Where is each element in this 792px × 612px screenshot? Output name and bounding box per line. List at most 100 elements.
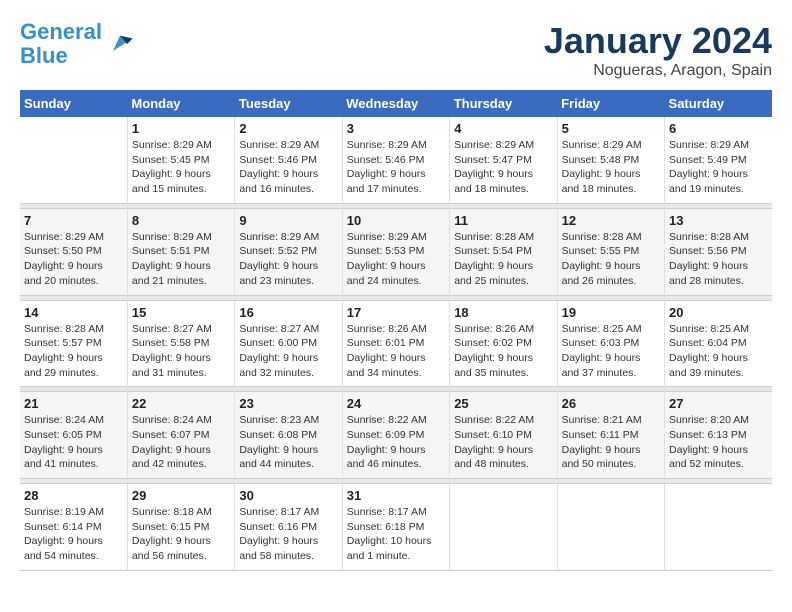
day-number: 8 <box>132 213 230 228</box>
header-saturday: Saturday <box>665 90 772 117</box>
logo-icon <box>106 30 134 58</box>
day-number: 6 <box>669 121 768 136</box>
calendar-cell: 26Sunrise: 8:21 AMSunset: 6:11 PMDayligh… <box>557 392 664 479</box>
calendar-cell: 3 Sunrise: 8:29 AMSunset: 5:46 PMDaylight… <box>342 117 449 203</box>
day-info: Sunrise: 8:28 AMSunset: 5:57 PMDaylight:… <box>24 322 123 381</box>
day-number: 26 <box>562 396 660 411</box>
calendar-week-row: 14 Sunrise: 8:28 AMSunset: 5:57 PMDayligh… <box>20 300 772 387</box>
calendar-week-row: 21 Sunrise: 8:24 AMSunset: 6:05 PMDayligh… <box>20 392 772 479</box>
day-number: 17 <box>347 305 445 320</box>
calendar-cell: 28Sunrise: 8:19 AMSunset: 6:14 PMDayligh… <box>20 484 127 571</box>
day-number: 25 <box>454 396 552 411</box>
calendar-cell: 21 Sunrise: 8:24 AMSunset: 6:05 PMDayligh… <box>20 392 127 479</box>
logo: General Blue <box>20 20 134 68</box>
day-info: Sunrise: 8:29 AMSunset: 5:50 PMDaylight:… <box>24 230 123 289</box>
day-number: 11 <box>454 213 552 228</box>
day-info: Sunrise: 8:27 AMSunset: 5:58 PMDaylight:… <box>132 322 230 381</box>
day-info: Sunrise: 8:27 AMSunset: 6:00 PMDaylight:… <box>239 322 337 381</box>
day-number: 7 <box>24 213 123 228</box>
day-info: Sunrise: 8:29 AMSunset: 5:46 PMDaylight:… <box>347 138 445 197</box>
header-sunday: Sunday <box>20 90 127 117</box>
day-info: Sunrise: 8:29 AMSunset: 5:53 PMDaylight:… <box>347 230 445 289</box>
day-info: Sunrise: 8:29 AMSunset: 5:46 PMDaylight:… <box>239 138 337 197</box>
calendar-cell: 16 Sunrise: 8:27 AMSunset: 6:00 PMDayligh… <box>235 300 342 387</box>
calendar-cell: 23Sunrise: 8:23 AMSunset: 6:08 PMDayligh… <box>235 392 342 479</box>
day-number: 16 <box>239 305 337 320</box>
calendar-cell: 12 Sunrise: 8:28 AMSunset: 5:55 PMDayligh… <box>557 208 664 295</box>
day-number: 14 <box>24 305 123 320</box>
day-info: Sunrise: 8:23 AMSunset: 6:08 PMDaylight:… <box>239 413 337 472</box>
day-number: 10 <box>347 213 445 228</box>
day-info: Sunrise: 8:17 AMSunset: 6:16 PMDaylight:… <box>239 505 337 564</box>
calendar-cell: 20 Sunrise: 8:25 AMSunset: 6:04 PMDayligh… <box>665 300 772 387</box>
day-info: Sunrise: 8:26 AMSunset: 6:02 PMDaylight:… <box>454 322 552 381</box>
header-thursday: Thursday <box>450 90 557 117</box>
calendar-cell: 9Sunrise: 8:29 AMSunset: 5:52 PMDaylight… <box>235 208 342 295</box>
title-block: January 2024 Nogueras, Aragon, Spain <box>544 20 772 80</box>
calendar-cell: 11 Sunrise: 8:28 AMSunset: 5:54 PMDayligh… <box>450 208 557 295</box>
day-info: Sunrise: 8:29 AMSunset: 5:47 PMDaylight:… <box>454 138 552 197</box>
page-header: General Blue January 2024 Nogueras, Arag… <box>20 20 772 80</box>
day-number: 22 <box>132 396 230 411</box>
header-tuesday: Tuesday <box>235 90 342 117</box>
day-number: 1 <box>132 121 230 136</box>
day-number: 19 <box>562 305 660 320</box>
day-info: Sunrise: 8:29 AMSunset: 5:48 PMDaylight:… <box>562 138 660 197</box>
logo-text: General Blue <box>20 20 102 68</box>
calendar-cell: 6 Sunrise: 8:29 AMSunset: 5:49 PMDaylight… <box>665 117 772 203</box>
day-info: Sunrise: 8:28 AMSunset: 5:54 PMDaylight:… <box>454 230 552 289</box>
day-number: 18 <box>454 305 552 320</box>
calendar-cell: 5 Sunrise: 8:29 AMSunset: 5:48 PMDaylight… <box>557 117 664 203</box>
day-number: 2 <box>239 121 337 136</box>
day-info: Sunrise: 8:24 AMSunset: 6:05 PMDaylight:… <box>24 413 123 472</box>
calendar-cell: 14 Sunrise: 8:28 AMSunset: 5:57 PMDayligh… <box>20 300 127 387</box>
calendar-cell <box>450 484 557 571</box>
day-info: Sunrise: 8:22 AMSunset: 6:10 PMDaylight:… <box>454 413 552 472</box>
calendar-cell: 31Sunrise: 8:17 AMSunset: 6:18 PMDayligh… <box>342 484 449 571</box>
calendar-cell: 24 Sunrise: 8:22 AMSunset: 6:09 PMDayligh… <box>342 392 449 479</box>
calendar-cell: 4 Sunrise: 8:29 AMSunset: 5:47 PMDaylight… <box>450 117 557 203</box>
header-monday: Monday <box>127 90 234 117</box>
day-number: 27 <box>669 396 768 411</box>
day-number: 21 <box>24 396 123 411</box>
calendar-cell: 18 Sunrise: 8:26 AMSunset: 6:02 PMDayligh… <box>450 300 557 387</box>
day-number: 12 <box>562 213 660 228</box>
day-info: Sunrise: 8:28 AMSunset: 5:56 PMDaylight:… <box>669 230 768 289</box>
day-info: Sunrise: 8:29 AMSunset: 5:52 PMDaylight:… <box>239 230 337 289</box>
day-info: Sunrise: 8:28 AMSunset: 5:55 PMDaylight:… <box>562 230 660 289</box>
calendar-cell: 29Sunrise: 8:18 AMSunset: 6:15 PMDayligh… <box>127 484 234 571</box>
month-title: January 2024 <box>544 20 772 62</box>
day-number: 24 <box>347 396 445 411</box>
calendar-cell: 25 Sunrise: 8:22 AMSunset: 6:10 PMDayligh… <box>450 392 557 479</box>
day-info: Sunrise: 8:24 AMSunset: 6:07 PMDaylight:… <box>132 413 230 472</box>
day-info: Sunrise: 8:17 AMSunset: 6:18 PMDaylight:… <box>347 505 445 564</box>
location-title: Nogueras, Aragon, Spain <box>544 62 772 80</box>
day-number: 4 <box>454 121 552 136</box>
calendar-table: Sunday Monday Tuesday Wednesday Thursday… <box>20 90 772 571</box>
calendar-cell: 1 Sunrise: 8:29 AMSunset: 5:45 PMDaylight… <box>127 117 234 203</box>
calendar-cell: 2 Sunrise: 8:29 AMSunset: 5:46 PMDaylight… <box>235 117 342 203</box>
logo-line1: General <box>20 19 102 44</box>
day-number: 5 <box>562 121 660 136</box>
calendar-header-row: Sunday Monday Tuesday Wednesday Thursday… <box>20 90 772 117</box>
calendar-cell: 13 Sunrise: 8:28 AMSunset: 5:56 PMDayligh… <box>665 208 772 295</box>
day-info: Sunrise: 8:29 AMSunset: 5:45 PMDaylight:… <box>132 138 230 197</box>
day-number: 3 <box>347 121 445 136</box>
day-info: Sunrise: 8:29 AMSunset: 5:49 PMDaylight:… <box>669 138 768 197</box>
calendar-cell <box>665 484 772 571</box>
calendar-week-row: 1 Sunrise: 8:29 AMSunset: 5:45 PMDaylight… <box>20 117 772 203</box>
calendar-cell: 27Sunrise: 8:20 AMSunset: 6:13 PMDayligh… <box>665 392 772 479</box>
calendar-cell <box>557 484 664 571</box>
day-number: 13 <box>669 213 768 228</box>
day-info: Sunrise: 8:22 AMSunset: 6:09 PMDaylight:… <box>347 413 445 472</box>
day-info: Sunrise: 8:25 AMSunset: 6:04 PMDaylight:… <box>669 322 768 381</box>
calendar-cell: 22 Sunrise: 8:24 AMSunset: 6:07 PMDayligh… <box>127 392 234 479</box>
calendar-cell: 15 Sunrise: 8:27 AMSunset: 5:58 PMDayligh… <box>127 300 234 387</box>
day-info: Sunrise: 8:29 AMSunset: 5:51 PMDaylight:… <box>132 230 230 289</box>
calendar-week-row: 7 Sunrise: 8:29 AMSunset: 5:50 PMDaylight… <box>20 208 772 295</box>
day-number: 28 <box>24 488 123 503</box>
day-number: 15 <box>132 305 230 320</box>
day-number: 20 <box>669 305 768 320</box>
calendar-cell: 7 Sunrise: 8:29 AMSunset: 5:50 PMDaylight… <box>20 208 127 295</box>
calendar-cell: 19Sunrise: 8:25 AMSunset: 6:03 PMDayligh… <box>557 300 664 387</box>
